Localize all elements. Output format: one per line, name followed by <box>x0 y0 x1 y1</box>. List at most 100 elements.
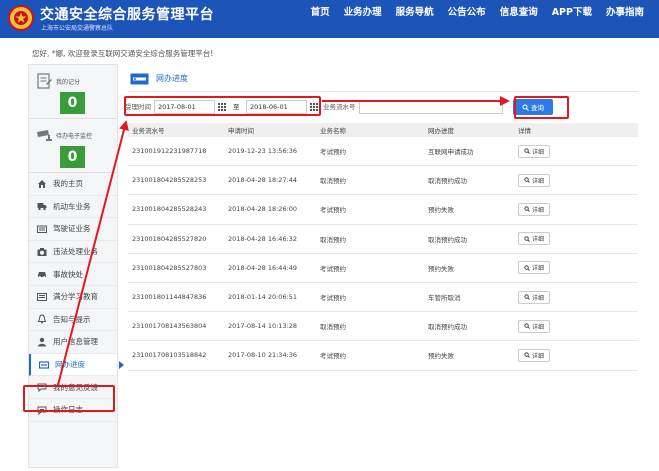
sidebar-item-education[interactable]: 满分学习教育 <box>29 286 117 309</box>
cell-business-name: 取消预约 <box>320 235 346 244</box>
start-date-input[interactable]: 2017-08-01 <box>154 100 215 114</box>
search-icon <box>524 323 530 330</box>
user-icon <box>37 337 47 347</box>
nav-info-query[interactable]: 信息查询 <box>493 6 545 20</box>
sidebar-item-violation[interactable]: 违法处理业务 <box>29 241 117 264</box>
nav-service-guide[interactable]: 服务导航 <box>389 6 441 20</box>
sidebar-item-user-info[interactable]: 用户信息管理 <box>29 331 117 354</box>
sidebar-item-vehicle[interactable]: 机动车业务 <box>29 196 117 219</box>
query-button[interactable]: 查询 <box>513 99 553 115</box>
bell-icon <box>37 314 47 324</box>
nav-guide[interactable]: 办事指南 <box>599 6 651 20</box>
sidebar-item-log[interactable]: 操作日志 <box>29 399 117 422</box>
search-icon <box>524 294 530 300</box>
nav-announcements[interactable]: 公告公布 <box>441 6 493 20</box>
sidebar-item-feedback[interactable]: 我的意见反馈 <box>29 376 117 399</box>
welcome-message: 您好, *娜, 欢迎登录互联网交通安全综合服务管理平台! <box>32 49 214 58</box>
detail-button[interactable]: 详细 <box>518 202 551 216</box>
cell-serial: 231001804285527820 <box>132 234 207 243</box>
cell-progress: 取消预约成功 <box>428 177 467 186</box>
col-apply-time[interactable]: 申请时间 <box>228 125 320 135</box>
detail-button[interactable]: 详细 <box>518 319 551 333</box>
cell-business-name: 考试预约 <box>320 206 346 215</box>
score-document-icon <box>37 73 52 89</box>
serial-input[interactable] <box>359 100 503 114</box>
start-calendar-icon[interactable] <box>216 100 228 114</box>
sidebar-item-label: 违法处理业务 <box>53 247 98 257</box>
detail-button[interactable]: 详细 <box>518 261 551 275</box>
query-button-label: 查询 <box>531 104 544 112</box>
col-serial[interactable]: 业务流水号 <box>128 125 228 135</box>
cell-detail: 详细 <box>518 144 618 158</box>
table-row: 231001804285528243 2018-04-28 18:26:00 考试预… <box>128 195 638 225</box>
cell-business-name: 考试预约 <box>320 294 346 303</box>
cell-detail: 详细 <box>518 348 618 362</box>
site-title[interactable]: 交通安全综合服务管理平台 <box>40 4 214 24</box>
police-emblem-icon[interactable] <box>8 4 34 32</box>
sidebar-item-progress[interactable]: 网办进度 <box>29 353 124 377</box>
end-date-input[interactable]: 2018-06-01 <box>246 100 307 114</box>
camera-icon <box>37 247 47 257</box>
detail-button-label: 详细 <box>532 265 545 273</box>
table-row: 231001804285528253 2018-04-28 18:27:44 取消预… <box>128 166 638 196</box>
sidebar-item-accident[interactable]: 事故快处 <box>29 263 117 286</box>
detail-button-label: 详细 <box>532 352 545 360</box>
site-subtitle: 上海市公安局交通警察总队 <box>41 25 114 32</box>
home-icon <box>37 179 47 189</box>
end-calendar-icon[interactable] <box>308 100 320 114</box>
score-label: 我的记分 <box>56 79 81 86</box>
detail-button-label: 详细 <box>532 323 545 331</box>
nav-app-download[interactable]: APP下载 <box>545 6 599 20</box>
detail-button[interactable]: 详细 <box>518 232 551 246</box>
cell-serial: 231001804285527803 <box>132 263 207 272</box>
nav-home[interactable]: 首页 <box>304 6 337 20</box>
cell-apply-time: 2018-04-28 16:44:49 <box>228 263 298 272</box>
progress-icon <box>39 360 49 370</box>
search-icon <box>524 206 530 213</box>
cell-progress: 车管所取消 <box>428 294 461 303</box>
car-icon <box>37 269 47 279</box>
main-nav: 首页 业务办理 服务导航 公告公布 信息查询 APP下载 办事指南 <box>304 6 651 20</box>
search-icon <box>524 265 530 271</box>
cell-apply-time: 2018-01-14 20:06:51 <box>228 293 298 302</box>
filter-bar: 受理时间 2017-08-01 至 2018-06-01 业务流水号 查询 <box>123 99 643 117</box>
detail-button-label: 详细 <box>532 148 545 156</box>
score-card[interactable]: 我的记分 0 <box>29 65 117 119</box>
cell-serial: 231001708103518842 <box>132 351 207 360</box>
sidebar-item-home[interactable]: 我的主页 <box>29 173 117 196</box>
truck-icon <box>37 201 47 211</box>
serial-label: 业务流水号 <box>323 103 356 111</box>
sidebar-item-label: 网办进度 <box>55 360 85 370</box>
cell-serial: 231001804285528253 <box>132 176 207 185</box>
progress-table: 业务流水号 申请时间 业务名称 网办进度 详情 2310019122319877… <box>128 123 638 371</box>
cell-detail: 详细 <box>518 173 618 187</box>
detail-button[interactable]: 详细 <box>518 348 551 362</box>
col-business-name[interactable]: 业务名称 <box>320 125 428 135</box>
cell-business-name: 考试预约 <box>320 148 346 157</box>
cell-serial: 231001801144847836 <box>132 293 207 302</box>
cell-apply-time: 2017-08-10 21:34:36 <box>228 351 298 360</box>
col-progress[interactable]: 网办进度 <box>428 125 518 135</box>
cell-business-name: 考试预约 <box>320 264 346 273</box>
sidebar-item-label: 机动车业务 <box>53 201 91 211</box>
table-row: 231001801144847836 2018-01-14 20:06:51 考试预… <box>128 283 638 313</box>
detail-button[interactable]: 详细 <box>518 173 551 187</box>
nav-business[interactable]: 业务办理 <box>337 6 389 20</box>
table-body: 231001912231987718 2019-12-23 13:56:36 考试预… <box>128 137 638 371</box>
cell-business-name: 取消预约 <box>320 323 346 332</box>
sidebar-item-notice[interactable]: 告知与提示 <box>29 309 117 332</box>
detail-button[interactable]: 详细 <box>518 290 551 304</box>
detail-button-label: 详细 <box>532 294 545 302</box>
detail-button[interactable]: 详细 <box>518 144 551 158</box>
monitor-label: 待办电子监控 <box>56 133 93 140</box>
cell-serial: 231001804285528243 <box>132 205 207 214</box>
sidebar-item-label: 操作日志 <box>53 405 83 415</box>
sidebar-item-license[interactable]: 驾驶证业务 <box>29 218 117 241</box>
surveillance-camera-icon <box>37 130 52 141</box>
sidebar-item-label: 我的主页 <box>53 179 83 189</box>
cell-detail: 详细 <box>518 261 618 275</box>
table-row: 231001804285527803 2018-04-28 16:44:49 考试预… <box>128 254 638 283</box>
monitor-card[interactable]: 待办电子监控 0 <box>29 119 117 173</box>
sidebar-item-label: 驾驶证业务 <box>53 224 91 234</box>
search-icon <box>524 236 530 242</box>
